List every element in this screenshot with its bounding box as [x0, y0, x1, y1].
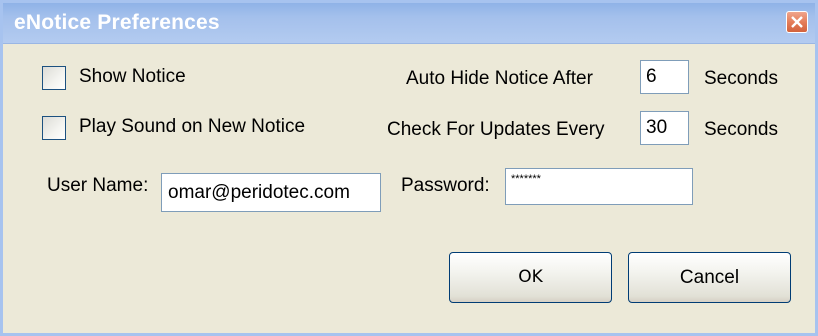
auto-hide-unit-label: Seconds — [704, 68, 778, 89]
username-label: User Name: — [47, 175, 149, 196]
auto-hide-input[interactable]: 6 — [640, 60, 689, 94]
play-sound-option[interactable]: Play Sound on New Notice — [42, 116, 352, 146]
show-notice-option[interactable]: Show Notice — [42, 66, 272, 96]
close-button[interactable] — [786, 11, 808, 33]
close-icon — [791, 16, 803, 28]
show-notice-checkbox[interactable] — [42, 66, 66, 90]
window-title: eNotice Preferences — [14, 11, 220, 34]
check-updates-label: Check For Updates Every — [387, 119, 605, 140]
title-bar[interactable]: eNotice Preferences — [3, 3, 815, 44]
play-sound-checkbox[interactable] — [42, 116, 66, 140]
dialog-body: Show Notice Play Sound on New Notice Aut… — [3, 44, 815, 333]
play-sound-label: Play Sound on New Notice — [79, 116, 306, 137]
check-updates-unit-label: Seconds — [704, 119, 778, 140]
ok-button[interactable]: OK — [449, 252, 612, 303]
password-input[interactable]: ******* — [505, 168, 693, 205]
username-input[interactable]: omar@peridotec.com — [161, 173, 381, 212]
auto-hide-label: Auto Hide Notice After — [406, 68, 593, 89]
show-notice-label: Show Notice — [79, 66, 186, 87]
check-updates-input[interactable]: 30 — [640, 111, 689, 145]
cancel-button[interactable]: Cancel — [628, 252, 791, 303]
preferences-dialog: eNotice Preferences Show Notice Play Sou… — [0, 0, 818, 336]
password-label: Password: — [401, 175, 490, 196]
